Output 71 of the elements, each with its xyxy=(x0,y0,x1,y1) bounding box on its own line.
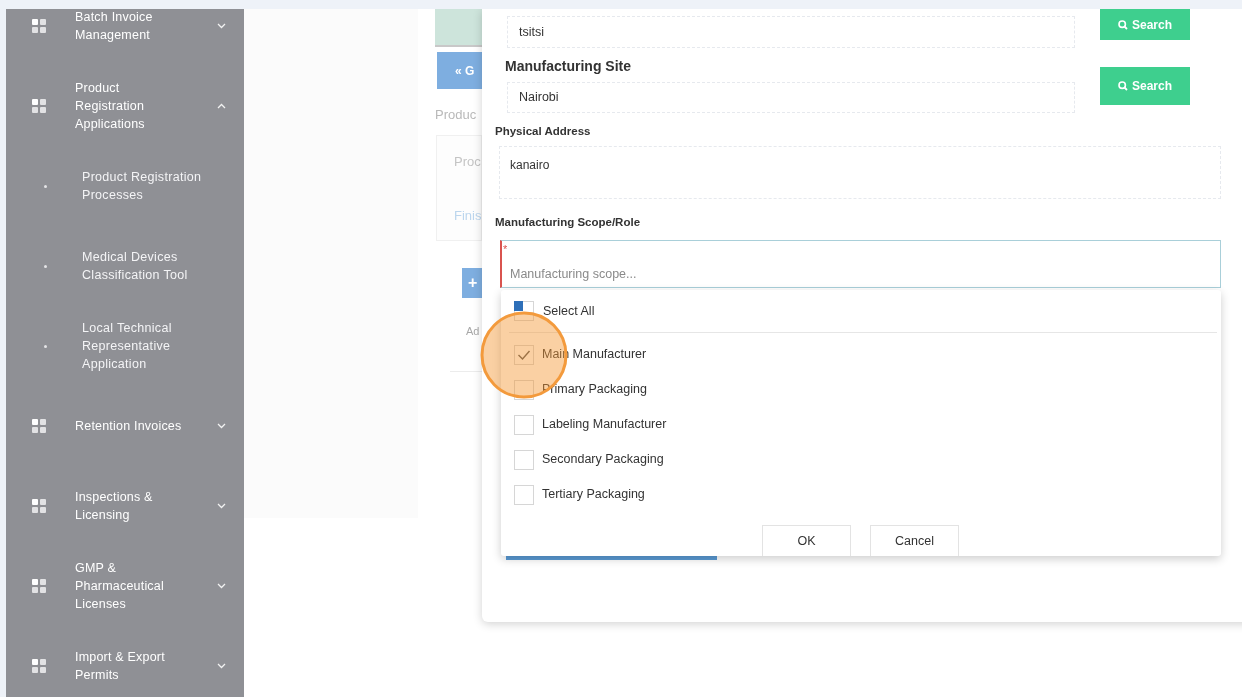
chevron-down-icon xyxy=(217,423,226,429)
search-icon xyxy=(1118,19,1128,30)
bullet-icon xyxy=(44,264,47,268)
chevron-down-icon xyxy=(217,23,226,29)
sidebar-subitem-label: Product Registration Processes xyxy=(82,169,203,204)
grid-icon xyxy=(32,659,46,673)
sidebar-subitem-label: Local Technical Representative Application xyxy=(82,320,173,373)
ok-button[interactable]: OK xyxy=(762,525,851,556)
option-label: Secondary Packaging xyxy=(542,451,664,469)
sidebar-item[interactable]: GMP & Pharmaceutical Licenses xyxy=(6,546,244,626)
search-button[interactable]: Search xyxy=(1100,67,1190,105)
check-icon xyxy=(517,348,531,361)
text-field[interactable]: Nairobi xyxy=(507,82,1075,113)
field-label: Manufacturing Site xyxy=(505,57,632,76)
sidebar-item[interactable]: Inspections & Licensing xyxy=(6,466,244,546)
checkbox[interactable] xyxy=(514,484,534,505)
sidebar-subitem[interactable]: Medical Devices Classification Tool xyxy=(6,226,244,306)
sidebar-item[interactable]: Import & Export Permits xyxy=(6,626,244,697)
checkbox[interactable] xyxy=(514,414,534,435)
dropdown-option[interactable]: Main Manufacturer xyxy=(501,337,1221,372)
grid-icon xyxy=(32,499,46,513)
required-mark: * xyxy=(503,242,508,257)
chevron-up-icon xyxy=(217,103,226,109)
link-text[interactable]: Ad xyxy=(466,323,480,340)
sidebar-item-label: GMP & Pharmaceutical Licenses xyxy=(75,560,165,613)
dropdown-option[interactable]: Tertiary Packaging xyxy=(501,477,1221,512)
text-field[interactable]: tsitsi xyxy=(507,16,1075,48)
option-label: Main Manufacturer xyxy=(542,346,647,364)
back-button[interactable]: « G xyxy=(437,52,482,89)
sidebar-item-label: Batch Invoice Management xyxy=(75,9,154,44)
chevron-down-icon xyxy=(217,583,226,589)
checkbox[interactable] xyxy=(514,449,534,470)
multi-select-field[interactable]: * Manufacturing scope... xyxy=(500,240,1221,288)
dropdown-option[interactable]: Labeling Manufacturer xyxy=(501,407,1221,442)
chevron-down-icon xyxy=(217,503,226,509)
grid-icon xyxy=(32,99,46,113)
bullet-icon xyxy=(44,184,47,188)
sidebar-subitem[interactable]: Product Registration Processes xyxy=(6,146,244,226)
sidebar-item-label: Retention Invoices xyxy=(75,418,183,435)
cancel-button[interactable]: Cancel xyxy=(870,525,959,556)
checkbox[interactable] xyxy=(514,344,534,365)
sidebar-item[interactable]: Batch Invoice Management xyxy=(6,9,244,66)
search-icon xyxy=(1118,81,1128,91)
grid-icon xyxy=(32,579,46,593)
bullet-icon xyxy=(44,344,47,348)
select-all-option[interactable]: Select All xyxy=(509,290,1217,333)
grid-icon xyxy=(32,419,46,433)
panel-header xyxy=(435,9,482,47)
sidebar-item-label: Product Registration Applications xyxy=(75,80,146,133)
checkbox[interactable] xyxy=(514,301,534,321)
checkbox[interactable] xyxy=(514,379,534,400)
list-item[interactable]: Proc xyxy=(454,152,481,172)
text-area[interactable]: kanairo xyxy=(499,146,1221,199)
chevron-down-icon xyxy=(217,663,226,669)
sidebar-subitem-label: Medical Devices Classification Tool xyxy=(82,249,189,284)
dropdown-option[interactable]: Secondary Packaging xyxy=(501,442,1221,477)
sidebar-item[interactable]: Retention Invoices xyxy=(6,386,244,466)
sidebar-item-label: Import & Export Permits xyxy=(75,649,166,684)
search-button[interactable]: Search xyxy=(1100,9,1190,40)
placeholder-text: Manufacturing scope... xyxy=(510,266,637,283)
grid-icon xyxy=(32,19,46,33)
option-label: Tertiary Packaging xyxy=(542,486,645,504)
sidebar-subitem[interactable]: Local Technical Representative Application xyxy=(6,306,244,386)
field-label: Physical Address xyxy=(495,124,592,139)
add-button[interactable]: + xyxy=(462,268,482,298)
sidebar-item[interactable]: Product Registration Applications xyxy=(6,66,244,146)
field-label: Manufacturing Scope/Role xyxy=(495,215,642,230)
option-label: Select All xyxy=(543,302,595,320)
section-heading: Produc xyxy=(435,106,477,124)
option-label: Labeling Manufacturer xyxy=(542,416,667,434)
sidebar-item-label: Inspections & Licensing xyxy=(75,489,154,524)
